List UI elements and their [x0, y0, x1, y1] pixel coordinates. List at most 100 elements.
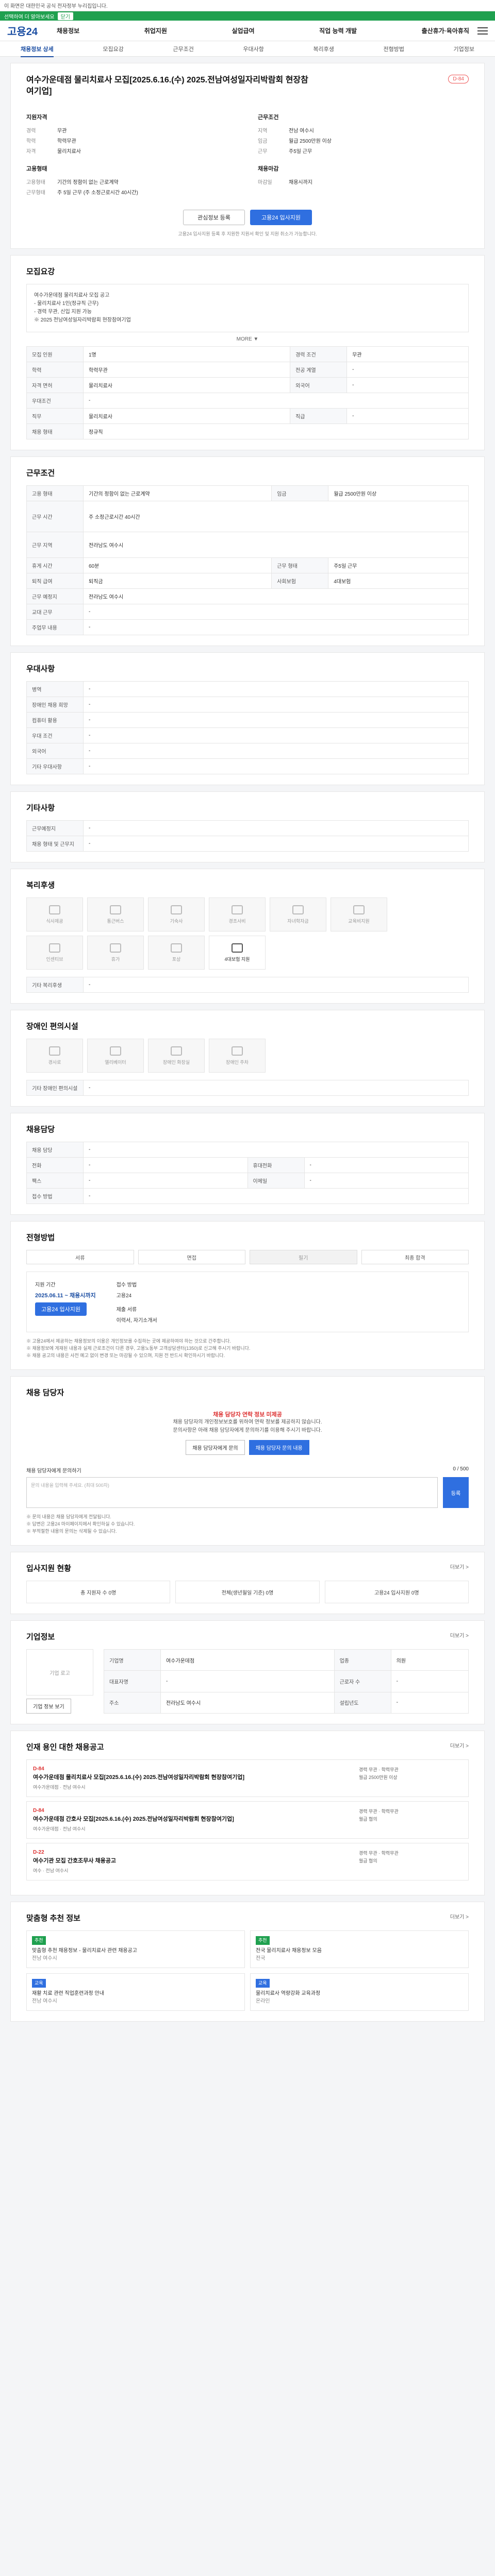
row-value: - [83, 697, 469, 713]
kv-value: 채용시까지 [289, 180, 312, 185]
process-apply-button[interactable]: 고용24 입사지원 [35, 1302, 87, 1316]
apply-button[interactable]: 고용24 입사지원 [250, 210, 312, 225]
related-item[interactable]: D-84 여수가운데점 물리치료사 모집[2025.6.16.(수) 2025.… [26, 1759, 469, 1797]
tab-detail[interactable]: 채용정보 상세 [21, 45, 54, 57]
desc-line: - 경력 무관, 신입 지원 가능 [34, 309, 92, 315]
row-label: 대표자명 [104, 1670, 161, 1692]
menu-item[interactable]: 채용정보 [57, 26, 79, 35]
menu-item[interactable]: 출산휴가·육아휴직 [422, 26, 469, 35]
table-row: 모집 인원 1명 경력 조건 무관 [26, 346, 469, 362]
welfare-label: 식사제공 [46, 918, 63, 924]
row-label: 우대조건 [26, 393, 84, 409]
more-button[interactable]: MORE ▼ [26, 332, 469, 346]
section-title: 장애인 편의시설 [26, 1022, 78, 1031]
row-value: - [83, 1142, 469, 1158]
row-label: 사회보험 [271, 573, 329, 589]
table-row: 전화 - 휴대전화 - [26, 1157, 469, 1173]
tab-prefer[interactable]: 우대사항 [243, 45, 263, 53]
tab-work[interactable]: 근무조건 [173, 45, 193, 53]
facility-item: 경사로 [26, 1039, 83, 1073]
menu-item[interactable]: 취업지원 [144, 26, 167, 35]
tab-process[interactable]: 전형방법 [383, 45, 404, 53]
process-section: 전형방법 서류 면접 필기 최종 합격 지원 기간 2025.06.11 ~ 채… [10, 1221, 485, 1370]
promo-close-button[interactable]: 닫기 [57, 12, 73, 20]
tab-company[interactable]: 기업정보 [453, 45, 474, 53]
table-row: 기타 장애인 편의시설 - [26, 1080, 469, 1096]
row-value: - [83, 712, 469, 728]
menu-item[interactable]: 직업 능력 개발 [319, 26, 357, 35]
related-title[interactable]: 여수기관 모집 간호조무사 채용공고 [33, 1857, 301, 1865]
table-row: 우대 조건 - [26, 727, 469, 743]
promo-bar: 선택하여 더 알아보세요 닫기 [0, 11, 495, 21]
inquiry-submit-button[interactable]: 등록 [443, 1477, 469, 1508]
row-label: 휴게 시간 [26, 557, 84, 573]
recommend-card[interactable]: 추천 맞춤형 추천 채용정보 - 물리치료사 관련 채용공고 전남 여수시 [26, 1930, 245, 1968]
table-row: 근무 시간 주 소정근로시간 40시간 [26, 501, 469, 532]
row-value: - [83, 681, 469, 697]
inquiry-label: 채용 담당자에게 문의하기 [26, 1468, 81, 1474]
prefer-table: 병역 - 장애인 채용 희망 - 컴퓨터 활용 - 우대 조건 - 외국어 - 기타 우대… [26, 681, 469, 774]
related-item[interactable]: D-84 여수가운데점 간호사 모집[2025.6.16.(수) 2025.전남… [26, 1801, 469, 1839]
related-more-link[interactable]: 더보기 > [450, 1741, 469, 1759]
row-value: 기간의 정함이 없는 근로계약 [82, 485, 272, 501]
step-item: 필기 [250, 1250, 357, 1264]
recommend-grid: 추천 맞춤형 추천 채용정보 - 물리치료사 관련 채용공고 전남 여수시 추천… [26, 1930, 469, 2011]
scrap-button[interactable]: 관심정보 등록 [183, 210, 245, 225]
recommend-more-link[interactable]: 더보기 > [450, 1912, 469, 1930]
section-title: 채용 담당자 [26, 1388, 64, 1397]
tab-welfare[interactable]: 복리후생 [313, 45, 334, 53]
inquiry-textarea[interactable]: 문의 내용을 입력해 주세요. (최대 500자) [26, 1477, 438, 1508]
row-value: - [83, 758, 469, 774]
welfare-item: 통근버스 [87, 897, 144, 931]
facility-label: 엘리베이터 [105, 1059, 126, 1065]
manager-table: 채용 담당 - 전화 - 휴대전화 - 팩스 - 이메일 - 접수 방법 - [26, 1142, 469, 1204]
desc-line: - 물리치료사 1인(정규직 근무) [34, 301, 99, 307]
related-title[interactable]: 여수가운데점 간호사 모집[2025.6.16.(수) 2025.전남여성일자리… [33, 1816, 301, 1823]
stat-box: 총 지원자 수 0명 [26, 1581, 171, 1603]
gov-notice-bar: 이 화면은 대한민국 공식 전자정부 누리집입니다. [0, 0, 495, 11]
section-title: 입사지원 현황 [26, 1564, 71, 1573]
related-title[interactable]: 여수가운데점 물리치료사 모집[2025.6.16.(수) 2025.전남여성일… [33, 1774, 301, 1782]
tab-recruit[interactable]: 모집요강 [103, 45, 123, 53]
section-title: 전형방법 [26, 1233, 55, 1242]
menu-icon[interactable] [477, 27, 488, 35]
recommend-card[interactable]: 교육 재활 치료 관련 직업훈련과정 안내 전남 여수시 [26, 1973, 245, 2011]
kv-value: 주 5일 근무 (주 소정근로시간 40시간) [57, 190, 138, 196]
row-value: 전라남도 여수시 [83, 588, 469, 604]
recommend-text: 재활 치료 관련 직업훈련과정 안내 [32, 1991, 104, 1996]
row-label: 외국어 [26, 743, 84, 759]
contact-desc-line: 채용 담당자의 개인정보보호를 위하여 연락 정보를 제공하지 않습니다. [173, 1419, 322, 1425]
recommend-card[interactable]: 교육 물리치료사 역량강화 교육과정 온라인 [250, 1973, 469, 2011]
kv-key: 자격 [26, 149, 36, 155]
manager-section: 채용담당 채용 담당 - 전화 - 휴대전화 - 팩스 - 이메일 - 접수 방법 - [10, 1113, 485, 1215]
recommend-badge: 추천 [32, 1936, 46, 1945]
warning-line: ※ 채용 공고의 내용은 사전 예고 없이 변경 또는 마감될 수 있으며, 지… [26, 1353, 225, 1358]
row-label: 병역 [26, 681, 84, 697]
recommend-card[interactable]: 추천 전국 물리치료사 채용정보 모음 전국 [250, 1930, 469, 1968]
kv-value: 월급 2500만원 이상 [289, 139, 332, 144]
menu-item[interactable]: 실업급여 [232, 26, 254, 35]
related-item[interactable]: D-22 여수기관 모집 간호조무사 채용공고 여수 · 전남 여수시 경력 무… [26, 1843, 469, 1880]
table-row: 접수 방법 - [26, 1188, 469, 1204]
stats-more-link[interactable]: 더보기 > [450, 1563, 469, 1581]
row-label: 기타 우대사항 [26, 758, 84, 774]
recommend-badge: 추천 [256, 1936, 270, 1945]
inquiry-history-button[interactable]: 채용 담당자 문의 내용 [249, 1440, 309, 1455]
company-more-link[interactable]: 더보기 > [450, 1631, 469, 1649]
row-label: 휴대전화 [247, 1157, 305, 1173]
site-logo[interactable]: 고용24 [7, 23, 48, 38]
inquiry-button[interactable]: 채용 담당자에게 문의 [186, 1440, 245, 1455]
row-value: 의원 [390, 1649, 469, 1671]
section-title: 인재 용인 대한 채용공고 [26, 1743, 104, 1752]
section-title: 맞춤형 추천 정보 [26, 1914, 80, 1923]
row-label: 외국어 [290, 377, 348, 393]
company-info-button[interactable]: 기업 정보 보기 [26, 1699, 71, 1714]
row-value: 전라남도 여수시 [83, 532, 469, 558]
row-value: - [346, 408, 469, 424]
table-row: 직무 물리치료사 직급 - [26, 408, 469, 424]
job-header-card: D-84 여수가운데점 물리치료사 모집[2025.6.16.(수) 2025.… [10, 63, 485, 249]
section-title: 복리후생 [26, 881, 55, 890]
row-label: 경력 조건 [290, 346, 348, 362]
process-steps: 서류 면접 필기 최종 합격 [26, 1250, 469, 1264]
welfare-item: 휴가 [87, 936, 144, 970]
